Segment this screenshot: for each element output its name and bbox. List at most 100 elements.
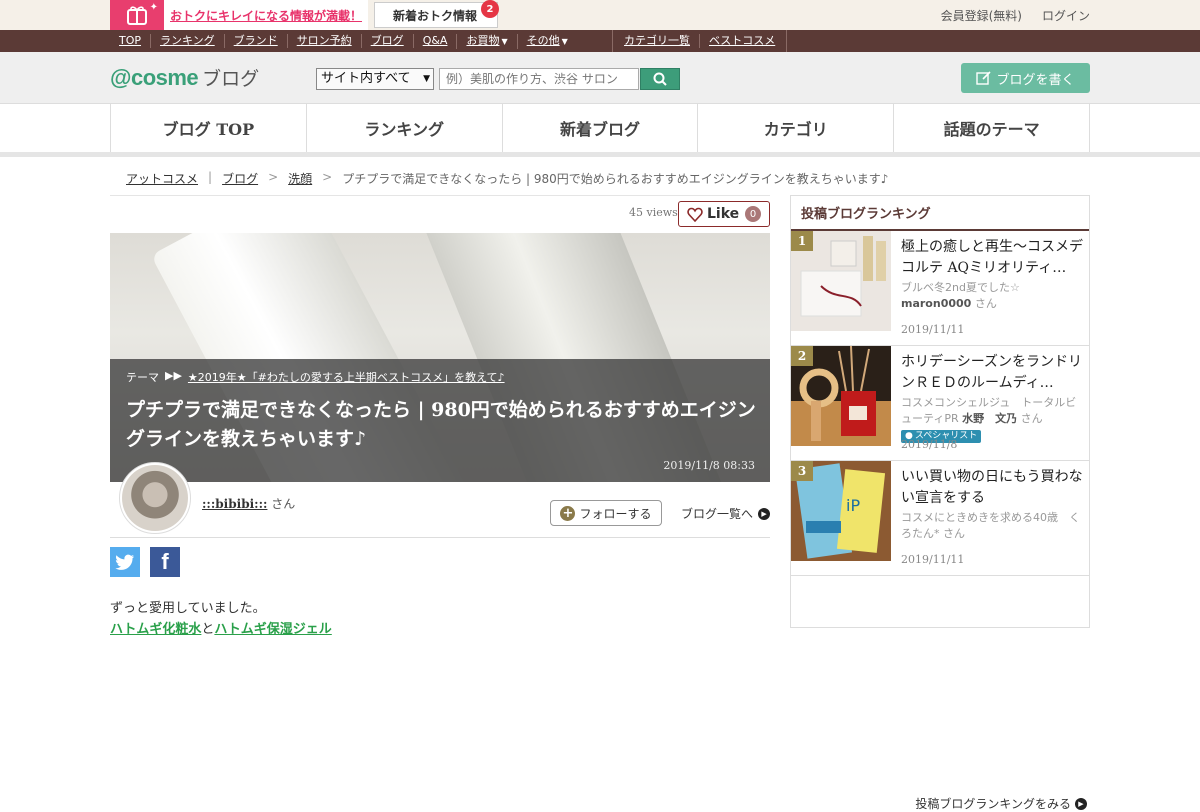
nav-other-label: その他 — [526, 33, 560, 47]
author-profile: コスメにときめきを求める40歳 くろたん* — [901, 511, 1080, 540]
promo-banner[interactable]: ✦ おトクにキレイになる情報が満載！ — [110, 0, 368, 30]
breadcrumb-category[interactable]: 洗顔 — [288, 170, 312, 187]
like-button[interactable]: Like 0 — [678, 201, 770, 227]
breadcrumb-divider: | — [208, 170, 213, 184]
ranking-author: コスメにときめきを求める40歳 くろたん* さん — [901, 510, 1086, 542]
ranking-title[interactable]: 極上の癒しと再生～コスメデコルテ AQミリオリティ… — [901, 237, 1083, 279]
logo-sub: ブログ — [202, 68, 260, 90]
login-link[interactable]: ログイン — [1042, 7, 1090, 24]
arrow-right-icon: ▶ — [1075, 797, 1087, 810]
tab-hot-themes[interactable]: 話題のテーマ — [894, 104, 1090, 152]
arrow-right-icon: ▶ — [758, 507, 771, 520]
like-label: Like — [707, 206, 740, 222]
author-profile: ブルベ冬2nd夏でした☆ — [901, 281, 1020, 294]
blog-tabs: ブログ TOP ランキング 新着ブログ カテゴリ 話題のテーマ — [0, 104, 1200, 157]
twitter-share-button[interactable] — [110, 547, 140, 577]
avatar[interactable] — [119, 462, 191, 534]
ranking-author: コスメコンシェルジュ トータルビューティPR 水野 文乃 さん ● スペシャリスト — [901, 395, 1086, 443]
news-deals-button[interactable]: 新着おトク情報 2 — [374, 0, 499, 28]
search-scope-value: サイト内すべて — [321, 71, 411, 86]
search-input[interactable] — [439, 68, 639, 90]
svg-text:iP: iP — [846, 496, 860, 515]
nav-salon[interactable]: サロン予約 — [286, 34, 361, 48]
caret-down-icon: ▼ — [501, 36, 508, 46]
ranking-author: ブルベ冬2nd夏でした☆ maron0000 さん — [901, 280, 1086, 312]
nav-top[interactable]: TOP — [110, 34, 150, 48]
caret-down-icon: ▼ — [561, 36, 568, 46]
theme-link[interactable]: ★2019年★「#わたしの愛する上半期ベストコスメ」を教えて♪ — [188, 369, 505, 385]
breadcrumb: アットコスメ | ブログ > 洗顔 > プチプラで満足できなくなったら | 98… — [126, 170, 888, 187]
nav-other[interactable]: その他 ▼ — [516, 33, 577, 49]
search-icon — [653, 72, 667, 86]
author-suffix: さん — [943, 527, 965, 540]
author-suffix: さん — [1020, 412, 1043, 425]
twitter-icon — [115, 554, 134, 570]
news-deals-label: 新着おトク情報 — [393, 8, 478, 23]
nav-best-cosme[interactable]: ベストコスメ — [699, 34, 784, 48]
divider — [110, 195, 770, 196]
like-count: 0 — [745, 206, 761, 222]
ranking-more-label: 投稿ブログランキングをみる — [915, 797, 1071, 811]
ranking-title[interactable]: いい買い物の日にもう買わない宣言をする — [901, 467, 1083, 509]
author-username[interactable]: 水野 文乃 — [962, 412, 1017, 425]
tab-ranking[interactable]: ランキング — [307, 104, 503, 152]
ranking-item[interactable]: 2 ホリデーシーズンをランドリンＲＥＤのルームディ… コスメコンシェルジュ トー… — [791, 346, 1089, 461]
double-arrow-icon: ▶▶ — [165, 369, 182, 382]
search-scope-select[interactable]: サイト内すべて ▼ — [316, 68, 434, 90]
author-name[interactable]: :::bibibi::: — [202, 497, 267, 511]
ranking-date: 2019/11/11 — [901, 323, 965, 336]
article-title: プチプラで満足できなくなったら | 980円で始められるおすすめエイジングライン… — [126, 399, 756, 450]
facebook-share-button[interactable]: f — [150, 547, 180, 577]
search-button[interactable] — [640, 68, 680, 90]
tab-new-blogs[interactable]: 新着ブログ — [503, 104, 699, 152]
blog-list-label: ブログ一覧へ — [681, 507, 754, 521]
nav-ranking[interactable]: ランキング — [150, 34, 224, 48]
breadcrumb-separator: > — [322, 170, 333, 184]
article-body-links: ハトムギ化粧水とハトムギ保湿ジェル — [110, 618, 332, 637]
promo-text[interactable]: おトクにキレイになる情報が満載！ — [170, 7, 362, 24]
chevron-down-icon: ▼ — [423, 74, 430, 84]
nav-shopping-label: お買物 — [466, 33, 500, 47]
author-suffix: さん — [271, 497, 296, 511]
rank-number: 1 — [791, 231, 813, 251]
write-blog-button[interactable]: ブログを書く — [961, 63, 1090, 93]
ranking-date: 2019/11/11 — [901, 553, 965, 566]
breadcrumb-home[interactable]: アットコスメ — [126, 170, 198, 187]
site-logo[interactable]: @cosme ブログ — [110, 64, 259, 91]
theme-label: テーマ — [126, 371, 159, 384]
blog-list-link[interactable]: ブログ一覧へ ▶ — [681, 505, 771, 522]
tab-category[interactable]: カテゴリ — [698, 104, 895, 152]
author-username[interactable]: maron0000 — [901, 297, 971, 310]
nav-blog[interactable]: ブログ — [360, 34, 413, 48]
follow-label: フォローする — [579, 506, 652, 521]
nav-brand[interactable]: ブランド — [223, 34, 287, 48]
top-bar: ✦ おトクにキレイになる情報が満載！ 新着おトク情報 2 会員登録(無料) ログ… — [0, 0, 1200, 30]
breadcrumb-blog[interactable]: ブログ — [222, 170, 258, 187]
ranking-item[interactable]: iP 3 いい買い物の日にもう買わない宣言をする コスメにときめきを求める40歳… — [791, 461, 1089, 576]
article-date: 2019/11/8 08:33 — [663, 459, 755, 472]
ranking-item[interactable]: 1 極上の癒しと再生～コスメデコルテ AQミリオリティ… ブルベ冬2nd夏でした… — [791, 231, 1089, 346]
rank-number: 3 — [791, 461, 813, 481]
ranking-more-link[interactable]: 投稿ブログランキングをみる ▶ — [915, 795, 1087, 812]
nav-category-list[interactable]: カテゴリ一覧 — [615, 34, 699, 48]
breadcrumb-separator: > — [268, 170, 279, 184]
sidebar-heading: 投稿ブログランキング — [791, 195, 1089, 231]
view-count: 45 views — [629, 206, 678, 219]
register-link[interactable]: 会員登録(無料) — [941, 7, 1022, 24]
gift-icon: ✦ — [110, 0, 164, 30]
logo-main: @cosme — [110, 65, 199, 90]
follow-button[interactable]: + フォローする — [550, 500, 662, 526]
ranking-date: 2019/11/8 — [901, 438, 958, 451]
tab-blog-top[interactable]: ブログ TOP — [111, 104, 307, 152]
ranking-title[interactable]: ホリデーシーズンをランドリンＲＥＤのルームディ… — [901, 352, 1083, 394]
author-suffix: さん — [974, 297, 997, 310]
theme-line: テーマ ▶▶ ★2019年★「#わたしの愛する上半期ベストコスメ」を教えて♪ — [126, 369, 505, 385]
plus-icon: + — [560, 505, 576, 521]
author-line: :::bibibi::: さん — [202, 495, 295, 512]
nav-shopping[interactable]: お買物 ▼ — [456, 33, 516, 49]
nav-qa[interactable]: Q&A — [412, 34, 457, 48]
heart-icon — [687, 207, 703, 222]
ranking-sidebar: 投稿ブログランキング 1 極上の癒しと再生～コスメデコルテ AQミリオリティ… … — [790, 195, 1090, 811]
edit-icon — [976, 71, 992, 85]
site-header: @cosme ブログ サイト内すべて ▼ ブログを書く — [0, 52, 1200, 104]
